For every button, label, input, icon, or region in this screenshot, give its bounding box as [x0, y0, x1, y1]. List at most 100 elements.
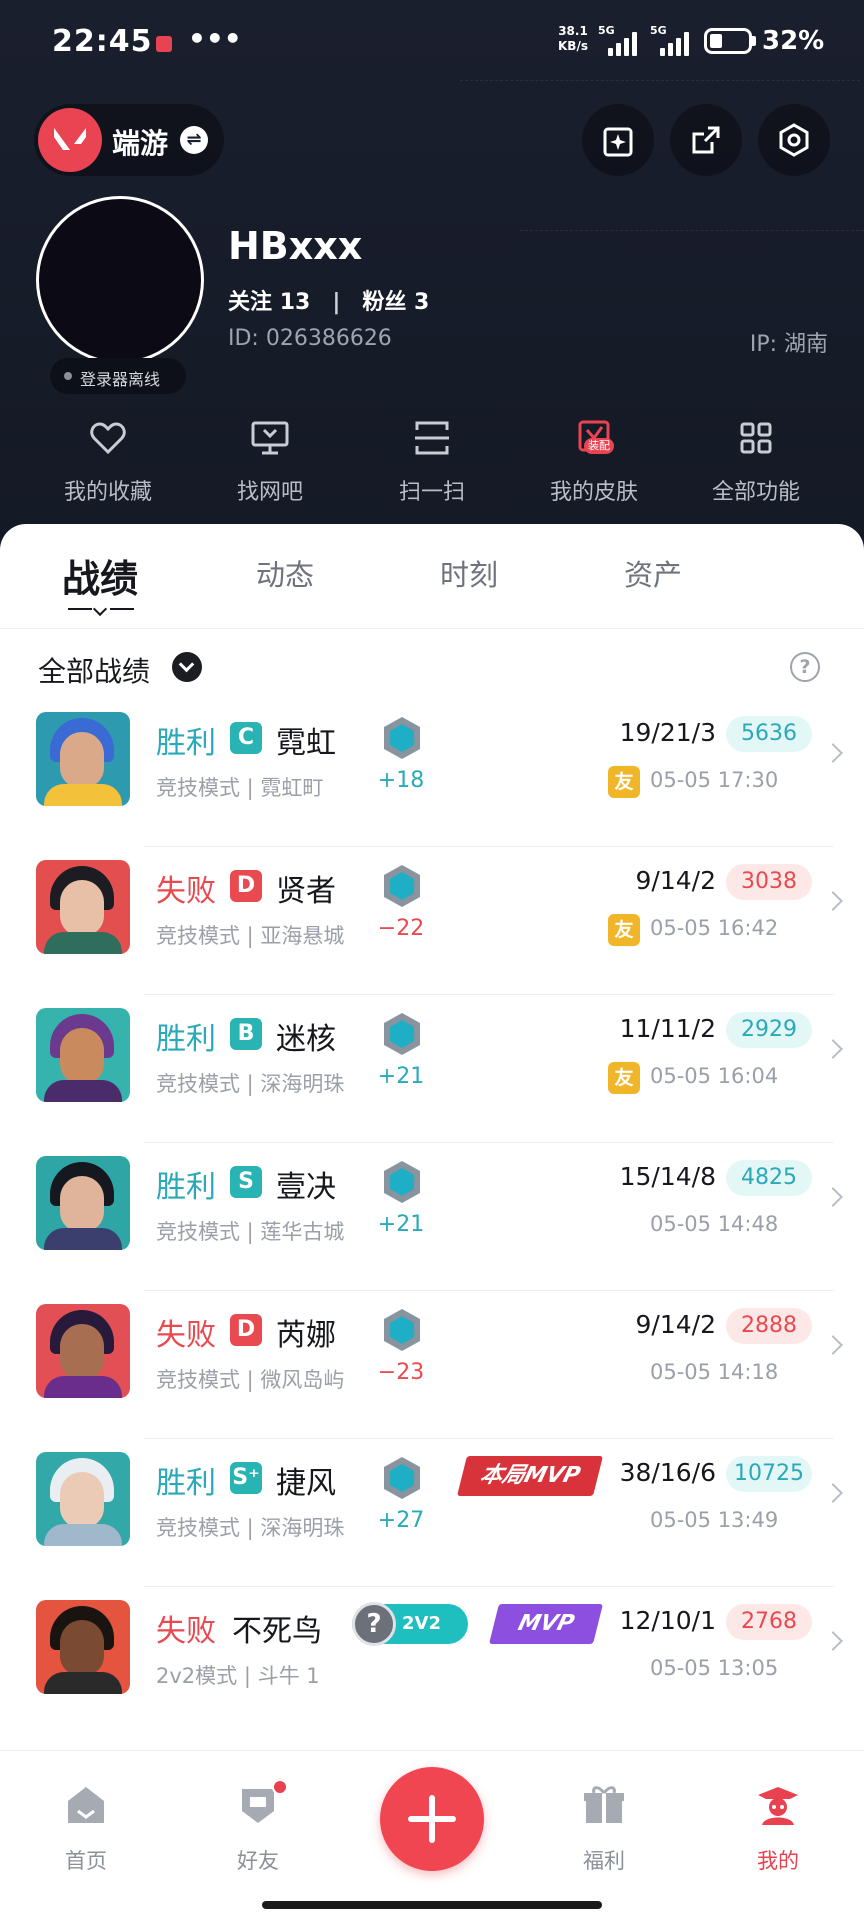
- create-button[interactable]: [380, 1767, 484, 1871]
- mode-map: 竞技模式 | 霓虹町: [156, 776, 324, 800]
- nav-rewards[interactable]: 福利: [544, 1781, 664, 1873]
- match-row[interactable]: 胜利 S 壹决 竞技模式 | 莲华古城 +21 15/14/8 4825 05-…: [0, 1144, 864, 1292]
- kda: 15/14/8: [619, 1162, 716, 1191]
- quick-action-label: 找网吧: [236, 480, 303, 505]
- fans-label: 粉丝: [362, 290, 407, 315]
- row-separator: [144, 1290, 834, 1291]
- profile-icon: [758, 1787, 798, 1825]
- nav-profile[interactable]: 我的: [718, 1781, 838, 1873]
- quick-action-favorites[interactable]: 我的收藏: [38, 418, 178, 508]
- avatar[interactable]: [36, 196, 204, 364]
- tab-moments[interactable]: 时刻: [440, 552, 498, 594]
- match-result: 失败: [156, 1614, 216, 1649]
- match-result: 失败: [156, 1318, 216, 1353]
- quick-action-all[interactable]: 全部功能: [686, 418, 826, 508]
- match-row[interactable]: 胜利 C 霓虹 竞技模式 | 霓虹町 +18 19/21/3 5636 友 05…: [0, 700, 864, 848]
- chevron-right-icon: [823, 891, 843, 911]
- quick-action-label: 我的收藏: [63, 480, 152, 505]
- filter-dropdown[interactable]: 全部战绩: [38, 650, 150, 690]
- combat-score: 3038: [726, 864, 812, 900]
- agent-portrait: [36, 1156, 130, 1250]
- match-mvp-badge: 本局MVP: [457, 1456, 603, 1496]
- match-row[interactable]: 胜利 S⁺ 捷风 竞技模式 | 深海明珠 +27 本局MVP 38/16/6 1…: [0, 1440, 864, 1588]
- home-icon: [68, 1787, 104, 1823]
- nav-label: 首页: [65, 1849, 107, 1873]
- nav-friends[interactable]: 好友: [198, 1779, 318, 1873]
- mode-map: 竞技模式 | 深海明珠: [156, 1072, 345, 1096]
- rr-change: +21: [377, 1064, 425, 1089]
- tab-posts[interactable]: 动态: [256, 552, 314, 594]
- battery-icon: [704, 28, 752, 54]
- agent-name: 霓虹: [276, 726, 336, 761]
- notification-dot: [272, 1779, 288, 1795]
- add-post-button[interactable]: [582, 104, 654, 176]
- rr-change: −23: [377, 1360, 425, 1385]
- chevron-right-icon: [823, 743, 843, 763]
- tab-assets[interactable]: 资产: [624, 552, 682, 594]
- following-link[interactable]: 关注 13: [228, 284, 310, 316]
- combat-score: 2929: [726, 1012, 812, 1048]
- mode-map: 竞技模式 | 深海明珠: [156, 1516, 345, 1540]
- rank-emblem-icon: [384, 865, 420, 907]
- chevron-right-icon: [823, 1631, 843, 1651]
- chevron-right-icon: [823, 1483, 843, 1503]
- match-row[interactable]: 失败 不死鸟 2v2模式 | 斗牛 1 ? 2V2 MVP 12/10/1 27…: [0, 1588, 864, 1736]
- fans-link[interactable]: 粉丝 3: [362, 284, 429, 316]
- rank-emblem-icon: [384, 1013, 420, 1055]
- kda: 9/14/2: [635, 866, 716, 895]
- help-icon[interactable]: ?: [790, 652, 820, 682]
- scan-icon: [415, 421, 449, 455]
- heart-icon: [90, 422, 126, 455]
- sparkle-card-icon: [603, 127, 633, 157]
- network-speed: 38.1 KB/s: [558, 24, 588, 54]
- active-tab-indicator: [68, 601, 134, 617]
- chevron-down-icon[interactable]: [172, 652, 202, 682]
- match-time: 05-05 16:04: [650, 1064, 779, 1088]
- launcher-status-text: 登录器离线: [80, 370, 161, 389]
- rr-change: −22: [377, 916, 425, 941]
- quick-action-scan[interactable]: 扫一扫: [362, 418, 502, 508]
- unknown-rank-icon: ?: [352, 1602, 396, 1646]
- friend-badge: 友: [608, 914, 640, 946]
- status-time: 22:45: [52, 24, 153, 59]
- offline-dot-icon: [64, 372, 72, 380]
- decor-line: [520, 230, 864, 231]
- valorant-logo-icon: [38, 108, 102, 172]
- agent-portrait: [36, 1452, 130, 1546]
- kda: 9/14/2: [635, 1310, 716, 1339]
- mvp-badge: MVP: [489, 1604, 603, 1644]
- agent-portrait: [36, 1304, 130, 1398]
- match-time: 05-05 14:48: [650, 1212, 779, 1236]
- match-row[interactable]: 失败 D 芮娜 竞技模式 | 微风岛屿 −23 9/14/2 2888 05-0…: [0, 1292, 864, 1440]
- quick-action-skins[interactable]: 装配 我的皮肤: [524, 418, 664, 508]
- match-row[interactable]: 胜利 B 迷核 竞技模式 | 深海明珠 +21 11/11/2 2929 友 0…: [0, 996, 864, 1144]
- rating-badge: C: [230, 722, 262, 754]
- 2v2-mode-badge[interactable]: ? 2V2: [352, 1602, 468, 1646]
- rr-change: +18: [377, 768, 425, 793]
- user-id: ID: 026386626: [228, 326, 392, 351]
- notification-icon: [156, 36, 172, 52]
- match-row[interactable]: 失败 D 贤者 竞技模式 | 亚海悬城 −22 9/14/2 3038 友 05…: [0, 848, 864, 996]
- rank-emblem-icon: [384, 1457, 420, 1499]
- match-result: 胜利: [156, 1022, 216, 1057]
- platform-switch[interactable]: 端游 ⇌: [34, 104, 224, 176]
- nav-label: 好友: [237, 1849, 279, 1873]
- nav-home[interactable]: 首页: [26, 1781, 146, 1873]
- tab-stats[interactable]: 战绩: [62, 548, 138, 603]
- nav-label: 福利: [583, 1849, 625, 1873]
- settings-button[interactable]: [758, 104, 830, 176]
- chevron-right-icon: [823, 1335, 843, 1355]
- row-separator: [144, 846, 834, 847]
- quick-action-netcafe[interactable]: 找网吧: [200, 418, 340, 508]
- agent-name: 迷核: [276, 1022, 336, 1057]
- gift-icon: [584, 1786, 624, 1823]
- share-icon: [692, 126, 720, 154]
- switch-arrows-icon: ⇌: [180, 126, 208, 154]
- rating-badge: S: [230, 1166, 262, 1198]
- agent-portrait: [36, 1600, 130, 1694]
- mode-map: 竞技模式 | 微风岛屿: [156, 1368, 345, 1392]
- share-button[interactable]: [670, 104, 742, 176]
- kda: 19/21/3: [619, 718, 716, 747]
- match-time: 05-05 13:05: [650, 1656, 779, 1680]
- match-result: 胜利: [156, 1466, 216, 1501]
